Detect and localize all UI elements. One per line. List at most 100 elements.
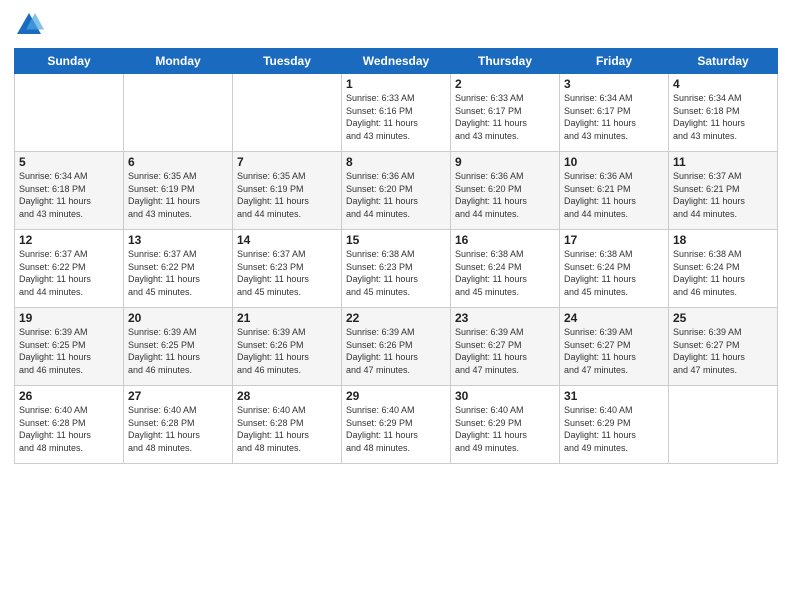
day-info: Sunrise: 6:39 AM Sunset: 6:26 PM Dayligh… [346,326,446,376]
day-info: Sunrise: 6:40 AM Sunset: 6:29 PM Dayligh… [346,404,446,454]
calendar-cell: 24Sunrise: 6:39 AM Sunset: 6:27 PM Dayli… [560,308,669,386]
day-info: Sunrise: 6:34 AM Sunset: 6:18 PM Dayligh… [19,170,119,220]
day-number: 20 [128,311,228,325]
calendar-cell: 5Sunrise: 6:34 AM Sunset: 6:18 PM Daylig… [15,152,124,230]
calendar-cell [15,74,124,152]
day-number: 27 [128,389,228,403]
calendar-cell: 3Sunrise: 6:34 AM Sunset: 6:17 PM Daylig… [560,74,669,152]
day-info: Sunrise: 6:38 AM Sunset: 6:24 PM Dayligh… [673,248,773,298]
day-info: Sunrise: 6:37 AM Sunset: 6:22 PM Dayligh… [19,248,119,298]
calendar-cell: 11Sunrise: 6:37 AM Sunset: 6:21 PM Dayli… [669,152,778,230]
calendar-cell: 8Sunrise: 6:36 AM Sunset: 6:20 PM Daylig… [342,152,451,230]
day-number: 3 [564,77,664,91]
day-info: Sunrise: 6:36 AM Sunset: 6:21 PM Dayligh… [564,170,664,220]
day-number: 17 [564,233,664,247]
day-info: Sunrise: 6:39 AM Sunset: 6:27 PM Dayligh… [564,326,664,376]
day-info: Sunrise: 6:39 AM Sunset: 6:27 PM Dayligh… [455,326,555,376]
calendar-cell: 31Sunrise: 6:40 AM Sunset: 6:29 PM Dayli… [560,386,669,464]
calendar-week-2: 5Sunrise: 6:34 AM Sunset: 6:18 PM Daylig… [15,152,778,230]
weekday-header-tuesday: Tuesday [233,49,342,74]
calendar-cell: 14Sunrise: 6:37 AM Sunset: 6:23 PM Dayli… [233,230,342,308]
day-info: Sunrise: 6:37 AM Sunset: 6:23 PM Dayligh… [237,248,337,298]
weekday-header-thursday: Thursday [451,49,560,74]
calendar-table: SundayMondayTuesdayWednesdayThursdayFrid… [14,48,778,464]
calendar-cell: 23Sunrise: 6:39 AM Sunset: 6:27 PM Dayli… [451,308,560,386]
calendar-cell: 27Sunrise: 6:40 AM Sunset: 6:28 PM Dayli… [124,386,233,464]
day-info: Sunrise: 6:34 AM Sunset: 6:17 PM Dayligh… [564,92,664,142]
day-info: Sunrise: 6:40 AM Sunset: 6:28 PM Dayligh… [237,404,337,454]
day-number: 1 [346,77,446,91]
day-number: 7 [237,155,337,169]
day-info: Sunrise: 6:38 AM Sunset: 6:24 PM Dayligh… [455,248,555,298]
weekday-header-row: SundayMondayTuesdayWednesdayThursdayFrid… [15,49,778,74]
day-number: 14 [237,233,337,247]
day-number: 19 [19,311,119,325]
day-info: Sunrise: 6:35 AM Sunset: 6:19 PM Dayligh… [237,170,337,220]
page: SundayMondayTuesdayWednesdayThursdayFrid… [0,0,792,612]
calendar-cell: 29Sunrise: 6:40 AM Sunset: 6:29 PM Dayli… [342,386,451,464]
header [14,10,778,40]
logo-icon [14,10,44,40]
day-info: Sunrise: 6:40 AM Sunset: 6:28 PM Dayligh… [128,404,228,454]
calendar-cell: 17Sunrise: 6:38 AM Sunset: 6:24 PM Dayli… [560,230,669,308]
calendar-cell: 2Sunrise: 6:33 AM Sunset: 6:17 PM Daylig… [451,74,560,152]
calendar-cell: 15Sunrise: 6:38 AM Sunset: 6:23 PM Dayli… [342,230,451,308]
day-info: Sunrise: 6:36 AM Sunset: 6:20 PM Dayligh… [346,170,446,220]
day-info: Sunrise: 6:37 AM Sunset: 6:22 PM Dayligh… [128,248,228,298]
calendar-cell: 28Sunrise: 6:40 AM Sunset: 6:28 PM Dayli… [233,386,342,464]
day-info: Sunrise: 6:39 AM Sunset: 6:25 PM Dayligh… [128,326,228,376]
day-number: 4 [673,77,773,91]
calendar-cell: 25Sunrise: 6:39 AM Sunset: 6:27 PM Dayli… [669,308,778,386]
day-info: Sunrise: 6:34 AM Sunset: 6:18 PM Dayligh… [673,92,773,142]
day-number: 31 [564,389,664,403]
day-number: 24 [564,311,664,325]
calendar-cell: 12Sunrise: 6:37 AM Sunset: 6:22 PM Dayli… [15,230,124,308]
day-info: Sunrise: 6:40 AM Sunset: 6:29 PM Dayligh… [455,404,555,454]
weekday-header-saturday: Saturday [669,49,778,74]
day-number: 21 [237,311,337,325]
day-info: Sunrise: 6:33 AM Sunset: 6:16 PM Dayligh… [346,92,446,142]
day-number: 16 [455,233,555,247]
day-number: 13 [128,233,228,247]
day-number: 8 [346,155,446,169]
calendar-cell: 6Sunrise: 6:35 AM Sunset: 6:19 PM Daylig… [124,152,233,230]
calendar-cell: 22Sunrise: 6:39 AM Sunset: 6:26 PM Dayli… [342,308,451,386]
day-number: 9 [455,155,555,169]
calendar-week-5: 26Sunrise: 6:40 AM Sunset: 6:28 PM Dayli… [15,386,778,464]
day-info: Sunrise: 6:38 AM Sunset: 6:24 PM Dayligh… [564,248,664,298]
calendar-cell: 19Sunrise: 6:39 AM Sunset: 6:25 PM Dayli… [15,308,124,386]
calendar-cell: 1Sunrise: 6:33 AM Sunset: 6:16 PM Daylig… [342,74,451,152]
day-info: Sunrise: 6:37 AM Sunset: 6:21 PM Dayligh… [673,170,773,220]
day-info: Sunrise: 6:40 AM Sunset: 6:29 PM Dayligh… [564,404,664,454]
day-info: Sunrise: 6:33 AM Sunset: 6:17 PM Dayligh… [455,92,555,142]
calendar-cell: 4Sunrise: 6:34 AM Sunset: 6:18 PM Daylig… [669,74,778,152]
day-number: 23 [455,311,555,325]
calendar-cell: 26Sunrise: 6:40 AM Sunset: 6:28 PM Dayli… [15,386,124,464]
calendar-cell: 7Sunrise: 6:35 AM Sunset: 6:19 PM Daylig… [233,152,342,230]
day-number: 29 [346,389,446,403]
calendar-cell: 18Sunrise: 6:38 AM Sunset: 6:24 PM Dayli… [669,230,778,308]
calendar-cell [233,74,342,152]
weekday-header-sunday: Sunday [15,49,124,74]
day-number: 22 [346,311,446,325]
day-number: 5 [19,155,119,169]
calendar-cell: 16Sunrise: 6:38 AM Sunset: 6:24 PM Dayli… [451,230,560,308]
day-number: 30 [455,389,555,403]
calendar-cell [124,74,233,152]
weekday-header-friday: Friday [560,49,669,74]
logo [14,10,46,40]
day-info: Sunrise: 6:40 AM Sunset: 6:28 PM Dayligh… [19,404,119,454]
day-number: 2 [455,77,555,91]
day-info: Sunrise: 6:35 AM Sunset: 6:19 PM Dayligh… [128,170,228,220]
day-number: 11 [673,155,773,169]
calendar-cell: 20Sunrise: 6:39 AM Sunset: 6:25 PM Dayli… [124,308,233,386]
day-number: 18 [673,233,773,247]
calendar-cell: 13Sunrise: 6:37 AM Sunset: 6:22 PM Dayli… [124,230,233,308]
calendar-cell [669,386,778,464]
calendar-week-4: 19 Sunrise: 6:39 AM Sunset: 6:25 PM Dayli… [15,308,778,386]
day-number: 15 [346,233,446,247]
calendar-week-1: 1Sunrise: 6:33 AM Sunset: 6:16 PM Daylig… [15,74,778,152]
day-info: Sunrise: 6:39 AM Sunset: 6:26 PM Dayligh… [237,326,337,376]
day-number: 6 [128,155,228,169]
day-number: 12 [19,233,119,247]
